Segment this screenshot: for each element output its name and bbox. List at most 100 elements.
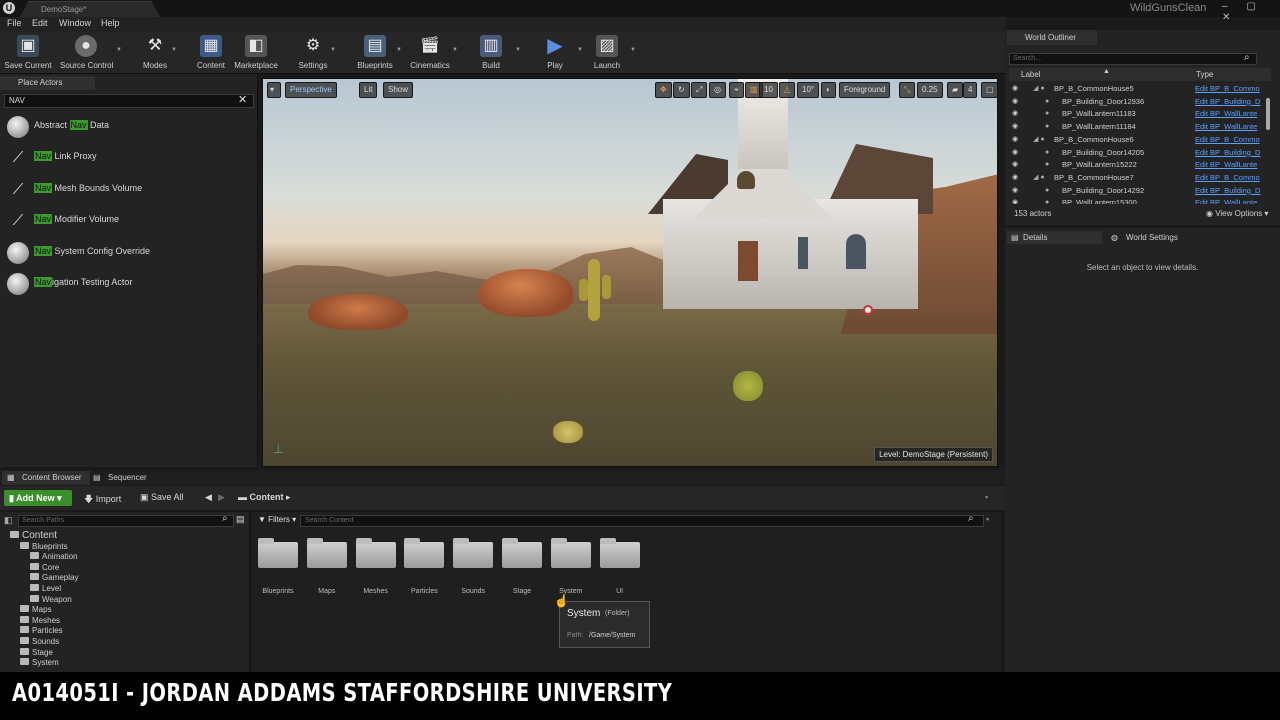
build-button[interactable]: ▥ Build <box>465 35 517 73</box>
tab-place-actors[interactable]: Place Actors <box>0 76 95 90</box>
outliner-row-type-link[interactable]: Edit BP_WallLante <box>1195 197 1257 204</box>
search-content-input[interactable]: Search Content <box>300 515 984 527</box>
visibility-eye-icon[interactable]: ◉ <box>1012 108 1018 120</box>
outliner-row-type-link[interactable]: Edit BP_Building_D <box>1195 147 1260 159</box>
actor-list-item[interactable]: Nav System Config Override <box>4 238 254 266</box>
scale-snap-value[interactable]: 0.25 <box>917 82 943 98</box>
search-icon[interactable]: ⌕ <box>968 513 974 524</box>
filters-button[interactable]: ▼ Filters ▾ <box>258 515 296 524</box>
forward-arrow-icon[interactable]: ▶ <box>218 492 225 503</box>
play-button[interactable]: ▶ Play <box>529 35 581 73</box>
rotate-tool-icon[interactable]: ↻ <box>673 82 690 98</box>
path-tree-item[interactable]: Maps <box>20 605 52 615</box>
outliner-row[interactable]: ◉ ● BP_Building_Door14205 Edit BP_Building_… <box>1009 147 1271 159</box>
visibility-eye-icon[interactable]: ◉ <box>1012 96 1018 108</box>
settings-dropdown-icon[interactable]: ▼ <box>330 47 336 53</box>
path-tree-item[interactable]: Animation <box>30 552 78 562</box>
folder-tile[interactable]: Sounds <box>453 538 494 596</box>
settings-button[interactable]: ⚙ Settings <box>287 35 339 73</box>
tab-sequencer[interactable]: ▤ Sequencer <box>88 471 155 485</box>
view-toggle-icon[interactable]: ▤ <box>236 514 245 525</box>
folder-tile[interactable]: Particles <box>404 538 445 596</box>
visibility-eye-icon[interactable]: ◉ <box>1012 147 1018 159</box>
outliner-row-type-link[interactable]: Edit BP_WallLante <box>1195 159 1257 171</box>
outliner-row[interactable]: ◉ ● BP_WallLantern15300 Edit BP_WallLante <box>1009 197 1271 204</box>
marketplace-button[interactable]: ◧ Marketplace <box>230 35 282 73</box>
outliner-row-type-link[interactable]: Edit BP_Building_D <box>1195 96 1260 108</box>
menu-window[interactable]: Window <box>59 18 91 28</box>
blueprints-button[interactable]: ▤ Blueprints <box>349 35 401 73</box>
path-tree-item[interactable]: Level <box>30 584 61 594</box>
save-all-button[interactable]: ▣ Save All <box>140 492 184 503</box>
menu-edit[interactable]: Edit <box>32 18 48 28</box>
grid-snap-value[interactable]: 10 <box>759 82 778 98</box>
folder-tile[interactable]: UI <box>599 538 640 596</box>
tab-details[interactable]: ▤ Details <box>1007 231 1102 244</box>
path-tree-item[interactable]: Particles <box>20 626 63 636</box>
expand-arrow-icon[interactable]: ◢ ● <box>1033 83 1045 95</box>
breadcrumb[interactable]: ▬ Content ▸ <box>238 492 291 503</box>
viewport-options-icon[interactable]: ▾ <box>267 82 281 98</box>
layer-dropdown[interactable]: Foreground <box>839 82 891 98</box>
actor-list-item[interactable]: ⟋ Nav Link Proxy <box>4 143 254 171</box>
perspective-button[interactable]: Perspective <box>285 82 337 98</box>
visibility-eye-icon[interactable]: ◉ <box>1012 185 1018 197</box>
add-new-button[interactable]: ▮ Add New ▾ <box>4 490 72 506</box>
import-button[interactable]: 🡇︎ Import <box>84 492 121 508</box>
outliner-row[interactable]: ◉ ● BP_Building_Door12936 Edit BP_Building_… <box>1009 96 1271 108</box>
outliner-row[interactable]: ◉ ● BP_Building_Door14292 Edit BP_Building_… <box>1009 185 1271 197</box>
column-type[interactable]: Type <box>1196 70 1213 79</box>
tab-world-settings[interactable]: ◍ World Settings <box>1110 231 1178 244</box>
search-paths-input[interactable]: Search Paths <box>18 515 234 527</box>
back-arrow-icon[interactable]: ◀ <box>205 492 212 503</box>
path-tree-item[interactable]: Content <box>10 531 57 541</box>
outliner-scrollbar[interactable] <box>1266 98 1270 130</box>
search-icon[interactable]: ⌕ <box>222 513 228 524</box>
camera-speed-icon[interactable]: ▰ <box>947 82 964 98</box>
path-tree-item[interactable]: Stage <box>20 647 53 658</box>
show-button[interactable]: Show <box>383 82 414 98</box>
document-tab[interactable]: DemoStage* <box>20 1 160 17</box>
outliner-row[interactable]: ◉ ● BP_WallLantern11183 Edit BP_WallLante <box>1009 108 1271 120</box>
outliner-row[interactable]: ◉ ● BP_WallLantern15222 Edit BP_WallLante <box>1009 159 1271 171</box>
outliner-search-input[interactable]: Search... <box>1009 53 1257 65</box>
outliner-row-type-link[interactable]: Edit BP_WallLante <box>1195 121 1257 133</box>
cinematics-button[interactable]: 🎬︎ Cinematics <box>404 35 456 73</box>
visibility-eye-icon[interactable]: ◉ <box>1012 197 1018 204</box>
outliner-row-type-link[interactable]: Edit BP_B_Commo <box>1195 134 1260 146</box>
actor-list-item[interactable]: Navigation Testing Actor <box>4 269 254 297</box>
folder-tile[interactable]: Stage <box>502 538 542 596</box>
view-options-button[interactable]: ◉ View Options ▾ <box>1206 209 1268 218</box>
camera-speed-value[interactable]: 4 <box>963 82 978 98</box>
source-control-button[interactable]: ● Source Control <box>60 35 113 73</box>
translate-tool-icon[interactable]: ✥ <box>655 82 672 98</box>
sources-toggle-icon[interactable]: ◧ <box>4 515 13 526</box>
blueprints-dropdown-icon[interactable]: ▼ <box>396 47 402 53</box>
expand-arrow-icon[interactable]: ◢ ● <box>1033 134 1045 146</box>
folder-tile[interactable]: Maps <box>306 538 347 596</box>
modes-button[interactable]: ⚒ Modes <box>129 35 181 73</box>
rotation-snap-icon[interactable]: △ <box>779 82 796 98</box>
tab-world-outliner[interactable]: World Outliner <box>1007 30 1097 45</box>
outliner-row[interactable]: ◉ ● BP_WallLantern11184 Edit BP_WallLante <box>1009 121 1271 133</box>
maximize-viewport-icon[interactable]: ▢ <box>981 82 997 98</box>
world-space-icon[interactable]: ◎ <box>709 82 726 98</box>
source-control-dropdown-icon[interactable]: ▼ <box>116 47 122 53</box>
lit-button[interactable]: Lit <box>359 82 378 98</box>
surface-snap-icon[interactable]: ⌖ <box>729 82 744 98</box>
folder-tile[interactable]: Meshes <box>355 538 396 596</box>
lock-icon[interactable]: ▪ <box>986 514 989 524</box>
expand-arrow-icon[interactable]: ◢ ● <box>1033 172 1045 184</box>
folder-tile[interactable]: Blueprints <box>258 538 298 596</box>
actor-list-item[interactable]: ⟋ Nav Mesh Bounds Volume <box>4 175 254 203</box>
visibility-eye-icon[interactable]: ◉ <box>1012 172 1018 184</box>
path-tree-item[interactable]: Sounds <box>20 637 59 647</box>
layer-icon[interactable]: ◐ <box>821 82 836 98</box>
path-tree-item[interactable]: Weapon <box>30 594 72 605</box>
path-tree-item[interactable]: System <box>20 658 59 668</box>
outliner-row-type-link[interactable]: Edit BP_WallLante <box>1195 108 1257 120</box>
outliner-row[interactable]: ◉ ◢ ● BP_B_CommonHouse5 Edit BP_B_Commo <box>1009 83 1271 95</box>
folder-tile[interactable]: System <box>550 538 591 596</box>
visibility-eye-icon[interactable]: ◉ <box>1012 121 1018 133</box>
build-dropdown-icon[interactable]: ▼ <box>515 47 521 53</box>
